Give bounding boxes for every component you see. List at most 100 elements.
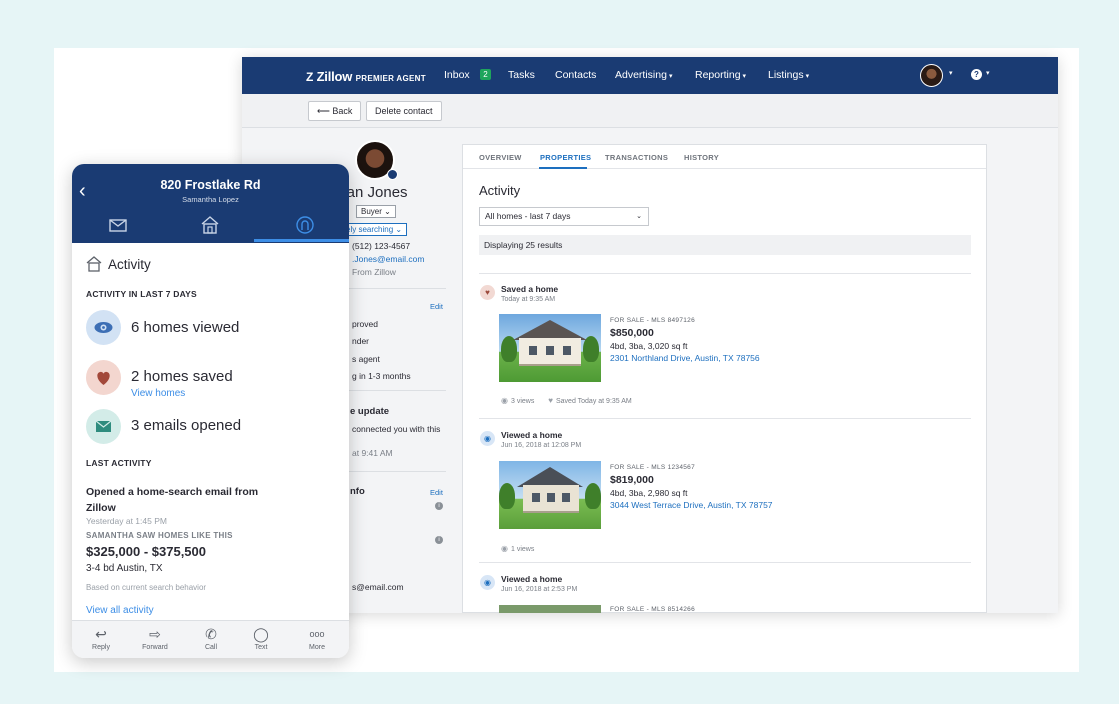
- listing-photo[interactable]: [499, 314, 601, 382]
- feed-time: Jun 16, 2018 at 12:08 PM: [501, 442, 582, 449]
- price-range: $325,000 - $375,500: [86, 544, 206, 559]
- active-tab-indicator: [539, 167, 587, 169]
- reply-button[interactable]: ↩ Reply: [76, 626, 126, 651]
- tab-overview[interactable]: OVERVIEW: [479, 153, 522, 162]
- listing-price: $819,000: [610, 474, 654, 486]
- forward-button[interactable]: ⇨ Forward: [130, 626, 180, 651]
- call-button[interactable]: ✆ Call: [186, 626, 236, 651]
- info-icon[interactable]: i: [435, 502, 443, 510]
- reply-icon: ↩: [95, 626, 107, 642]
- top-nav: Z Zillow PREMIER AGENT Inbox 2 Tasks Con…: [242, 57, 1058, 94]
- house-icon[interactable]: [200, 215, 220, 235]
- delete-contact-button[interactable]: Delete contact: [366, 101, 442, 121]
- activity-title: Activity: [479, 183, 521, 198]
- contact-toolbar: ⟵ Back Delete contact: [242, 94, 1058, 128]
- listing-address[interactable]: 3044 West Terrace Drive, Austin, TX 7875…: [610, 500, 773, 510]
- role-dropdown[interactable]: Buyer ⌄: [356, 205, 396, 218]
- tab-history[interactable]: HISTORY: [684, 153, 719, 162]
- listing-mls: FOR SALE - MLS 8514266: [610, 606, 695, 613]
- contact-source: From Zillow: [352, 267, 396, 277]
- listing-address[interactable]: 2301 Northland Drive, Austin, TX 78756: [610, 353, 760, 363]
- nav-listings[interactable]: Listings ▾: [768, 69, 809, 81]
- logo-tagline: PREMIER AGENT: [355, 74, 426, 83]
- divider: [479, 562, 971, 563]
- info-icon[interactable]: i: [435, 536, 443, 544]
- activity-filter-select[interactable]: All homes - last 7 days ⌄: [479, 207, 649, 226]
- nav-contacts[interactable]: Contacts: [555, 69, 596, 81]
- contact-email[interactable]: .Jones@email.com: [352, 254, 424, 264]
- eye-icon: ◉: [501, 396, 508, 405]
- view-all-activity-link[interactable]: View all activity: [86, 605, 154, 616]
- info-email[interactable]: s@email.com: [352, 582, 404, 592]
- back-button[interactable]: ⟵ Back: [308, 101, 362, 121]
- update-heading: e update: [350, 406, 390, 417]
- bed-location: 3-4 bd Austin, TX: [86, 563, 163, 574]
- listing-mls: FOR SALE - MLS 1234567: [610, 464, 695, 471]
- detail-line: g in 1-3 months: [352, 371, 411, 381]
- nav-reporting[interactable]: Reporting ▾: [695, 69, 746, 81]
- active-tab-indicator: [254, 239, 349, 242]
- nav-tasks[interactable]: Tasks: [508, 69, 535, 81]
- contact-phone[interactable]: (512) 123-4567: [352, 241, 410, 251]
- feed-time: Today at 9:35 AM: [501, 296, 556, 303]
- listing-photo[interactable]: [499, 605, 601, 613]
- listing-mls: FOR SALE - MLS 8497126: [610, 317, 695, 324]
- text-button[interactable]: ◯ Text: [236, 626, 286, 651]
- view-homes-link[interactable]: View homes: [131, 388, 185, 399]
- feed-title: Viewed a home: [501, 574, 563, 584]
- eye-icon: ◉: [501, 544, 508, 553]
- zillow-badge-icon: [387, 169, 398, 180]
- edit-link[interactable]: Edit: [430, 302, 443, 311]
- nav-inbox[interactable]: Inbox: [444, 69, 470, 81]
- user-avatar[interactable]: [920, 64, 943, 87]
- saved-time: Saved Today at 9:35 AM: [555, 398, 632, 405]
- help-icon[interactable]: ?: [971, 69, 982, 80]
- based-on-note: Based on current search behavior: [86, 583, 207, 592]
- eye-icon: ◉: [480, 575, 495, 590]
- heart-icon: ♥: [548, 396, 553, 405]
- listing-stats: ◉ 1 views: [501, 544, 534, 553]
- info-edit-link[interactable]: Edit: [430, 488, 443, 497]
- contact-subtitle: Samantha Lopez: [182, 195, 239, 204]
- listing-photo[interactable]: [499, 461, 601, 529]
- detail-line: proved: [352, 319, 378, 329]
- properties-card: OVERVIEW PROPERTIES TRANSACTIONS HISTORY…: [462, 144, 987, 613]
- mobile-header: ‹ 820 Frostlake Rd Samantha Lopez: [72, 164, 349, 243]
- more-button[interactable]: ooo More: [292, 626, 342, 651]
- last-activity-title: Opened a home-search email from Zillow: [86, 486, 259, 514]
- detail-line: nder: [352, 336, 370, 346]
- last-activity-time: Yesterday at 1:45 PM: [86, 516, 167, 526]
- detail-line: s agent: [352, 354, 380, 364]
- tab-properties[interactable]: PROPERTIES: [540, 153, 591, 162]
- listing-specs: 4bd, 3ba, 2,980 sq ft: [610, 488, 688, 498]
- listing-price: $850,000: [610, 327, 654, 339]
- chevron-down-icon: ▾: [742, 73, 747, 80]
- reply-label: Reply: [92, 644, 110, 651]
- feed-time: Jun 16, 2018 at 2:53 PM: [501, 586, 578, 593]
- divider: [338, 471, 446, 472]
- results-count: Displaying 25 results: [479, 235, 971, 255]
- heart-icon: [86, 360, 121, 395]
- divider: [479, 273, 971, 274]
- mobile-app: ‹ 820 Frostlake Rd Samantha Lopez Activi…: [72, 164, 349, 658]
- eye-icon: ◉: [480, 431, 495, 446]
- chat-bubble-icon: ◯: [253, 626, 269, 642]
- inbox-badge: 2: [480, 69, 491, 80]
- chevron-down-icon[interactable]: ▾: [986, 69, 990, 77]
- tab-transactions[interactable]: TRANSACTIONS: [605, 153, 668, 162]
- emails-opened-stat: 3 emails opened: [131, 417, 242, 434]
- update-text: connected you with this: [352, 424, 441, 434]
- activity-pin-icon[interactable]: [295, 215, 315, 235]
- zillow-logo[interactable]: Z Zillow PREMIER AGENT: [306, 69, 426, 84]
- filter-value: All homes - last 7 days: [485, 211, 571, 221]
- listing-stats: ◉ 3 views ♥ Saved Today at 9:35 AM: [501, 396, 632, 405]
- envelope-icon[interactable]: [108, 215, 128, 235]
- nav-advertising[interactable]: Advertising ▾: [615, 69, 672, 81]
- mail-icon: [86, 409, 121, 444]
- chevron-down-icon[interactable]: ▾: [949, 69, 953, 77]
- house-icon: [86, 256, 102, 272]
- nav-reporting-label: Reporting: [695, 69, 741, 81]
- phone-icon: ✆: [205, 626, 217, 642]
- contact-name: lian Jones: [340, 184, 408, 201]
- call-label: Call: [204, 644, 218, 651]
